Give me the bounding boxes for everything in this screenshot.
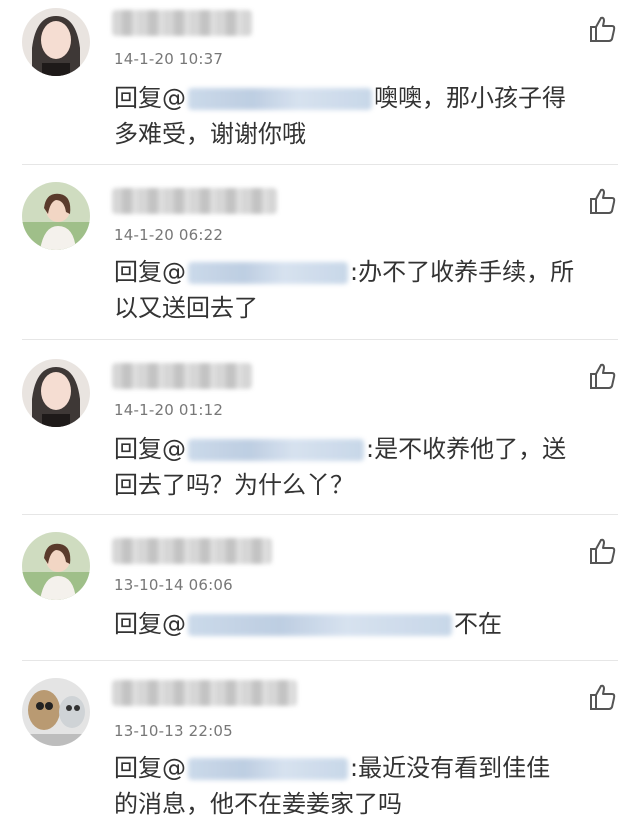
username-blurred[interactable] — [112, 363, 252, 389]
like-button[interactable] — [588, 14, 618, 44]
avatar[interactable] — [22, 182, 90, 250]
username-blurred[interactable] — [112, 680, 297, 706]
thumbs-up-icon — [590, 363, 616, 389]
thumbs-up-icon — [590, 684, 616, 710]
mention-blurred[interactable] — [188, 262, 348, 284]
like-button[interactable] — [588, 361, 618, 391]
username-blurred[interactable] — [112, 188, 277, 214]
mention-blurred[interactable] — [188, 439, 364, 461]
thumbs-up-icon — [590, 188, 616, 214]
comment-item: 14-1-20 01:12 回复@:是不收养他了，送 回去了吗？为什么丫？ — [0, 339, 640, 514]
comment-text: 回复@:最近没有看到佳佳 的消息，他不在姜姜家了吗 — [114, 754, 551, 818]
comment-item: 13-10-13 22:05 回复@:最近没有看到佳佳 的消息，他不在姜姜家了吗 — [0, 660, 640, 818]
comment-text: 回复@ 不在 — [114, 610, 502, 638]
like-button[interactable] — [588, 682, 618, 712]
avatar[interactable] — [22, 678, 90, 746]
comment-item: 14-1-20 06:22 回复@:办不了收养手续，所 以又送回去了 — [0, 164, 640, 339]
username-blurred[interactable] — [112, 10, 252, 36]
comment-text: 回复@ 噢噢，那小孩子得 多难受，谢谢你哦 — [114, 84, 566, 148]
comment-list: 14-1-20 10:37 回复@ 噢噢，那小孩子得 多难受，谢谢你哦 14-1-… — [0, 0, 640, 818]
mention-blurred[interactable] — [188, 614, 452, 636]
thumbs-up-icon — [590, 16, 616, 42]
mention-blurred[interactable] — [188, 758, 348, 780]
comment-time: 14-1-20 10:37 — [114, 50, 224, 68]
username-blurred[interactable] — [112, 538, 272, 564]
comment-time: 13-10-14 06:06 — [114, 576, 233, 594]
avatar[interactable] — [22, 532, 90, 600]
thumbs-up-icon — [590, 538, 616, 564]
avatar[interactable] — [22, 8, 90, 76]
comment-time: 13-10-13 22:05 — [114, 722, 233, 740]
mention-blurred[interactable] — [188, 88, 372, 110]
comment-time: 14-1-20 06:22 — [114, 226, 224, 244]
avatar[interactable] — [22, 359, 90, 427]
comment-text: 回复@:是不收养他了，送 回去了吗？为什么丫？ — [114, 435, 567, 499]
comment-item: 14-1-20 10:37 回复@ 噢噢，那小孩子得 多难受，谢谢你哦 — [0, 0, 640, 163]
comment-item: 13-10-14 06:06 回复@ 不在 — [0, 514, 640, 660]
like-button[interactable] — [588, 536, 618, 566]
comment-text: 回复@:办不了收养手续，所 以又送回去了 — [114, 258, 575, 322]
like-button[interactable] — [588, 186, 618, 216]
comment-time: 14-1-20 01:12 — [114, 401, 224, 419]
